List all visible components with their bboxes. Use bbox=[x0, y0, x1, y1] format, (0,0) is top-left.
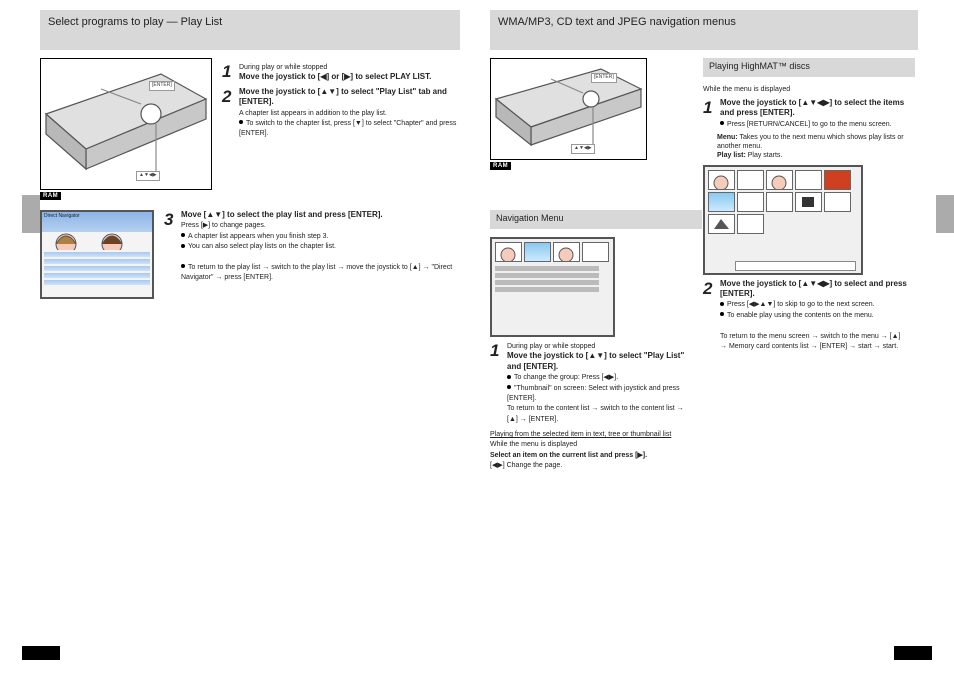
ram-badge-right: RAM bbox=[490, 162, 511, 170]
left-column: Select programs to play — Play List bbox=[40, 10, 460, 303]
callout-enter-right: [ENTER] bbox=[591, 73, 617, 83]
highmat-title: Playing HighMAT™ discs bbox=[703, 58, 915, 77]
step-2-number: 2 bbox=[222, 87, 234, 107]
page-number-left bbox=[22, 646, 60, 660]
bottom-section: Playing from the selected item in text, … bbox=[490, 430, 695, 470]
side-tab-right bbox=[936, 195, 954, 233]
page-number-right bbox=[894, 646, 932, 660]
hm-step2-num: 2 bbox=[703, 279, 715, 299]
menu-label: Menu: bbox=[717, 134, 738, 141]
callout-joystick-left: ▲▼◀▶ bbox=[136, 171, 160, 181]
nav-menu-title: Navigation Menu bbox=[490, 210, 702, 229]
left-step3: Move [▲▼] to select the play list and pr… bbox=[181, 210, 460, 283]
callout-joystick-right: ▲▼◀▶ bbox=[571, 144, 595, 154]
playlist-desc: Play starts. bbox=[748, 152, 783, 159]
direct-navigator-screen: Direct Navigator bbox=[40, 210, 154, 299]
right-column: WMA/MP3, CD text and JPEG navigation men… bbox=[490, 10, 918, 470]
nav-step1: During play or while stopped Move the jo… bbox=[507, 341, 695, 424]
step-1-number: 1 bbox=[222, 62, 234, 82]
hm-step1: Move the joystick to [▲▼◀▶] to select th… bbox=[720, 98, 908, 129]
nav-menu-screen bbox=[490, 237, 615, 337]
right-header: WMA/MP3, CD text and JPEG navigation men… bbox=[490, 10, 918, 50]
hm-pre: While the menu is displayed bbox=[703, 85, 908, 94]
left-step1: During play or while stopped Move the jo… bbox=[239, 62, 431, 83]
side-tab-left bbox=[22, 195, 40, 233]
step-3-number: 3 bbox=[164, 210, 176, 230]
ram-badge-left: RAM bbox=[40, 192, 61, 200]
left-step2: Move the joystick to [▲▼] to select "Pla… bbox=[239, 87, 460, 139]
dvd-player-illustration-left: [ENTER] ▲▼◀▶ bbox=[40, 58, 212, 190]
playlist-label: Play list: bbox=[717, 152, 746, 159]
nav-step1-num: 1 bbox=[490, 341, 502, 361]
hm-step2: Move the joystick to [▲▼◀▶] to select an… bbox=[720, 279, 908, 352]
menu-desc: Takes you to the next menu which shows p… bbox=[717, 134, 904, 150]
direct-navigator-title: Direct Navigator bbox=[42, 212, 152, 232]
left-header: Select programs to play — Play List bbox=[40, 10, 460, 50]
dvd-player-illustration-right: [ENTER] ▲▼◀▶ bbox=[490, 58, 647, 160]
callout-enter-left: [ENTER] bbox=[149, 81, 175, 91]
hm-step1-num: 1 bbox=[703, 98, 715, 118]
highmat-screen bbox=[703, 165, 863, 275]
